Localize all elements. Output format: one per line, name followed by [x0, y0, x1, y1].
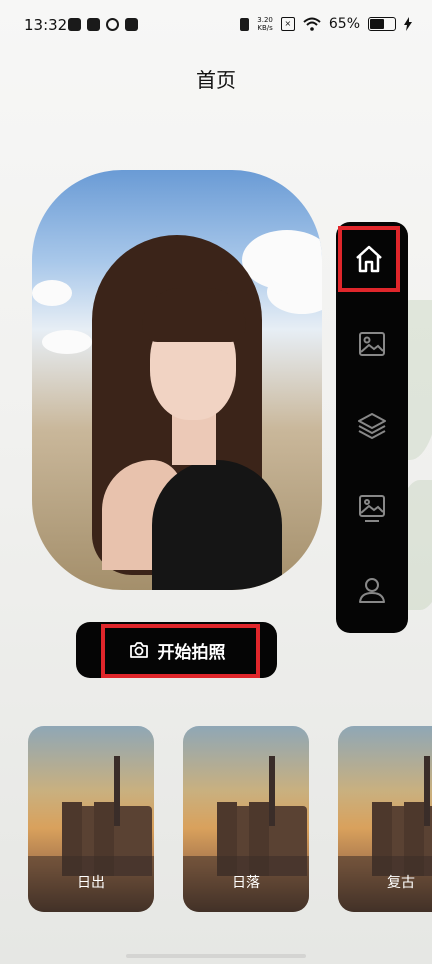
vibrate-icon	[240, 17, 250, 31]
portrait-photo	[32, 170, 322, 590]
photo-cloud	[267, 270, 322, 314]
home-icon	[356, 245, 382, 273]
battery-percent: 65%	[328, 16, 360, 32]
tiktok-icon	[68, 18, 81, 31]
battery-icon	[368, 17, 396, 31]
wifi-icon	[303, 17, 321, 31]
charging-icon	[404, 17, 412, 31]
home-indicator	[126, 954, 306, 958]
side-nav	[336, 222, 408, 633]
network-speed-value: 3.20	[257, 16, 273, 24]
photo-bangs	[142, 288, 246, 342]
app-notification-icon	[87, 18, 100, 31]
card-spire	[114, 756, 120, 826]
photo-cloud	[32, 280, 72, 306]
network-speed: 3.20 KB/s	[257, 16, 273, 32]
start-photo-button[interactable]: 开始拍照	[76, 622, 277, 678]
nav-image[interactable]	[340, 312, 404, 376]
camera-icon	[129, 642, 148, 658]
filter-label: 日出	[77, 875, 105, 891]
nav-profile[interactable]	[340, 558, 404, 622]
notification-icons	[68, 18, 138, 31]
photo-dress	[152, 460, 282, 590]
network-speed-unit: KB/s	[257, 24, 273, 32]
photo-cloud	[42, 330, 92, 354]
profile-icon	[359, 578, 385, 603]
mail-icon	[125, 18, 138, 31]
status-bar: 13:32 3.20 KB/s × 65%	[0, 0, 432, 50]
battery-fill	[370, 19, 385, 29]
sim-icon: ×	[280, 17, 295, 31]
gallery-icon	[359, 495, 385, 522]
layers-icon	[358, 413, 386, 439]
link-icon	[106, 18, 119, 31]
filter-card-sunset[interactable]: 日落	[183, 726, 309, 912]
start-photo-label: 开始拍照	[157, 642, 226, 663]
filter-card-sunrise[interactable]: 日出	[28, 726, 154, 912]
image-icon	[359, 332, 385, 356]
card-spire	[424, 756, 430, 826]
filter-card-vintage[interactable]: 复古	[338, 726, 432, 912]
nav-gallery[interactable]	[340, 476, 404, 540]
nav-layers[interactable]	[340, 394, 404, 458]
page-title: 首页	[196, 68, 236, 92]
status-time: 13:32	[24, 16, 68, 34]
card-spire	[269, 756, 275, 826]
filter-label: 日落	[232, 875, 260, 891]
filter-label: 复古	[387, 875, 415, 891]
nav-home[interactable]	[338, 226, 400, 292]
